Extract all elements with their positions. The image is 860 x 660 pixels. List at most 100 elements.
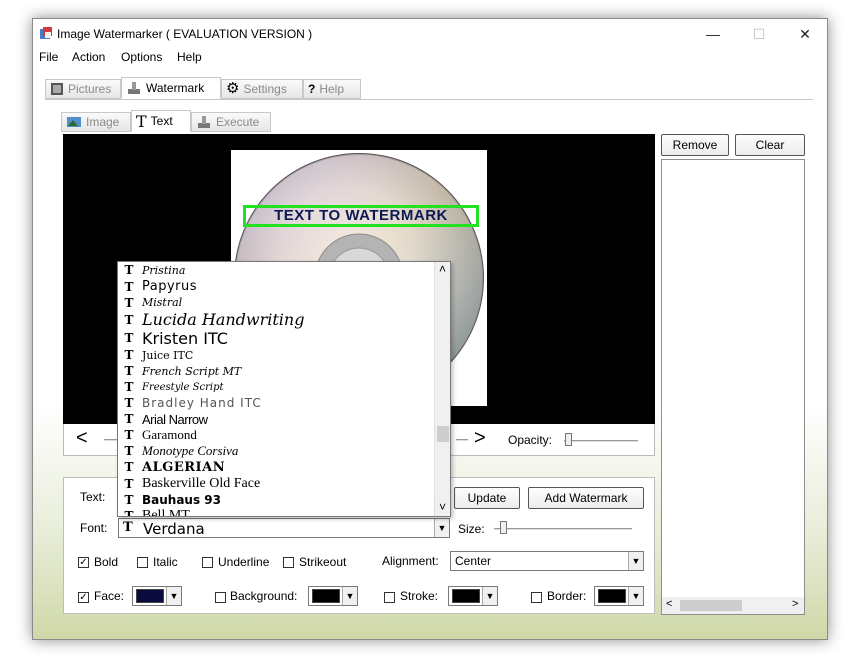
font-type-icon: T [124,364,134,378]
bold-label: Bold [94,555,119,569]
chevron-down-icon[interactable]: ▼ [628,552,643,570]
font-list-scroll-thumb[interactable] [437,426,449,442]
font-type-icon: T [124,428,134,442]
tab-label: Watermark [146,81,205,95]
execute-icon [198,116,210,128]
tab-execute[interactable]: Execute [191,112,271,132]
font-label: Font: [80,521,108,535]
font-option[interactable]: T French Script MT [118,363,434,379]
tab-watermark[interactable]: Watermark [121,77,221,99]
text-label: Text: [80,490,106,504]
background-checkbox[interactable] [215,592,226,603]
face-checkbox[interactable]: ✓ [78,592,89,603]
font-option[interactable]: T Mistral [118,295,434,310]
help-icon: ? [308,82,316,96]
strikeout-checkbox[interactable] [283,557,294,568]
size-slider-thumb[interactable] [500,521,507,534]
font-list-scrollbar[interactable]: ˄ ˅ [434,262,450,516]
background-color-swatch [312,589,340,603]
tab-label: Pictures [68,82,112,96]
main-tab-line [45,99,813,100]
tab-settings[interactable]: ⚙ Settings [221,79,303,99]
font-option[interactable]: T Pristina [118,262,434,278]
size-slider-track[interactable] [494,528,632,530]
gear-icon: ⚙ [226,80,240,97]
font-option[interactable]: T Kristen ITC [118,329,434,348]
watermark-list[interactable]: < > [661,159,805,615]
prev-image-button[interactable]: < [76,427,88,450]
font-option[interactable]: T Baskerville Old Face [118,475,434,492]
menu-file[interactable]: File [39,50,58,64]
font-option[interactable]: T Garamond [118,427,434,443]
clear-button[interactable]: Clear [735,134,805,156]
font-type-icon: T [124,348,134,362]
close-button[interactable]: ✕ [787,23,823,45]
font-type-icon: T [124,476,134,491]
border-label: Border: [547,589,587,603]
menu-action[interactable]: Action [72,50,105,64]
tab-image[interactable]: Image [61,112,131,132]
font-dropdown-list[interactable]: T Pristina T Papyrus T Mistral T Lucida … [117,261,451,517]
font-type-icon: T [124,279,134,294]
watermark-text: TEXT TO WATERMARK [274,207,448,224]
border-checkbox[interactable] [531,592,542,603]
italic-checkbox[interactable] [137,557,148,568]
chevron-down-icon[interactable]: ▼ [342,587,357,605]
window-title: Image Watermarker ( EVALUATION VERSION ) [57,27,313,41]
font-option[interactable]: T Freestyle Script [118,379,434,395]
font-option[interactable]: T Arial Narrow [118,411,434,427]
face-color-swatch [136,589,164,603]
font-select[interactable]: T Verdana ▼ [118,518,450,538]
remove-button[interactable]: Remove [661,134,729,156]
tab-help[interactable]: ? Help [303,79,361,99]
tab-pictures[interactable]: Pictures [45,79,121,99]
font-option[interactable]: T Lucida Handwriting [118,310,434,329]
scroll-thumb[interactable] [680,600,742,611]
chevron-down-icon[interactable]: ▼ [482,587,497,605]
font-option[interactable]: T Bell MT [118,508,434,516]
scroll-right-icon[interactable]: > [792,598,798,610]
font-option[interactable]: T Juice ITC [118,347,434,363]
tab-label: Execute [216,115,260,129]
chevron-down-icon[interactable]: ▼ [434,519,449,537]
chevron-down-icon[interactable]: ▼ [166,587,181,605]
maximize-button[interactable]: ☐ [741,23,777,45]
app-window: Image Watermarker ( EVALUATION VERSION )… [32,18,828,640]
opacity-slider-track[interactable] [564,440,638,442]
tab-text[interactable]: T Text [131,110,191,132]
bold-checkbox[interactable]: ✓ [78,557,89,568]
font-option[interactable]: T Papyrus [118,278,434,295]
horizontal-scrollbar[interactable]: < > [662,597,804,614]
text-icon: T [136,111,147,131]
font-option[interactable]: T Bradley Hand ITC [118,395,434,411]
next-image-button[interactable]: > [474,427,486,450]
alignment-label: Alignment: [382,554,439,568]
border-color-picker[interactable]: ▼ [594,586,644,606]
underline-checkbox[interactable] [202,557,213,568]
app-icon [40,27,52,39]
opacity-slider-thumb[interactable] [565,433,572,446]
title-bar: Image Watermarker ( EVALUATION VERSION )… [33,19,827,49]
stroke-color-picker[interactable]: ▼ [448,586,498,606]
background-color-picker[interactable]: ▼ [308,586,358,606]
font-option[interactable]: T Monotype Corsiva [118,443,434,459]
font-option[interactable]: T Bauhaus 93 [118,492,434,508]
menu-options[interactable]: Options [121,50,162,64]
menu-help[interactable]: Help [177,50,202,64]
scroll-left-icon[interactable]: < [666,598,672,610]
size-label: Size: [458,522,485,536]
alignment-select[interactable]: Center ▼ [450,551,644,571]
add-watermark-button[interactable]: Add Watermark [528,487,644,509]
face-label: Face: [94,589,125,603]
chevron-down-icon[interactable]: ▼ [628,587,643,605]
watermark-text-preview[interactable]: TEXT TO WATERMARK [243,205,479,227]
minimize-button[interactable]: — [695,23,731,45]
update-button[interactable]: Update [454,487,520,509]
scroll-up-icon[interactable]: ˄ [439,262,446,276]
image-icon [67,117,81,127]
scroll-down-icon[interactable]: ˅ [439,500,446,514]
alignment-select-value: Center [455,554,492,568]
font-option[interactable]: T ALGERIAN [118,459,434,475]
face-color-picker[interactable]: ▼ [132,586,182,606]
stroke-checkbox[interactable] [384,592,395,603]
